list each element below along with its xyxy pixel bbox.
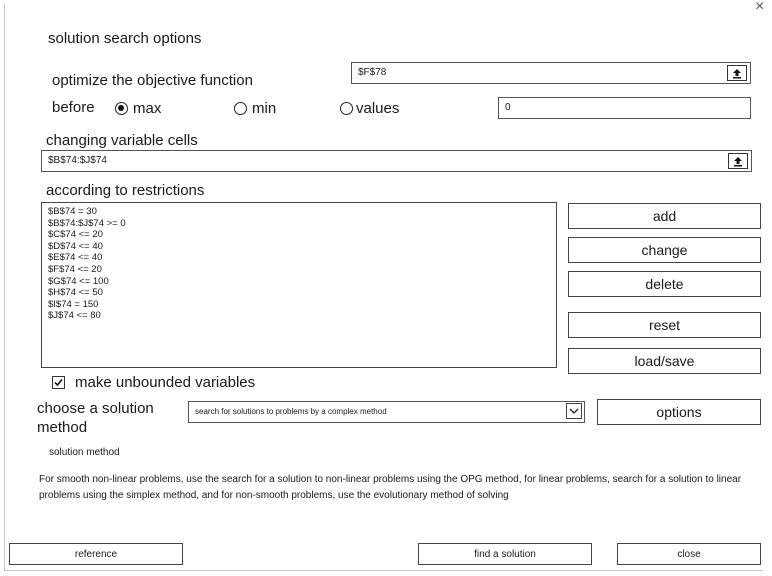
restrictions-list[interactable]: $B$74 = 30 $B$74:$J$74 >= 0 $C$74 <= 20 …: [41, 202, 557, 368]
checkmark-icon: [54, 378, 63, 387]
changing-cells-input[interactable]: $B$74:$J$74: [41, 150, 752, 172]
list-item[interactable]: $B$74 = 30: [48, 206, 556, 218]
radio-min[interactable]: min: [234, 100, 276, 117]
method-description: For smooth non-linear problems, use the …: [39, 474, 742, 501]
objective-cell-value: $F$78: [358, 67, 387, 78]
before-label: before: [52, 99, 95, 116]
unbounded-checkbox[interactable]: [52, 376, 65, 389]
reference-button[interactable]: reference: [9, 543, 183, 565]
radio-max-circle[interactable]: [115, 102, 128, 115]
upload-arrow-icon[interactable]: [728, 153, 748, 169]
radio-max-label: max: [133, 100, 162, 117]
solution-method-label: solution method: [49, 447, 120, 458]
values-input-text: 0: [505, 102, 511, 113]
radio-values-label: values: [356, 100, 400, 117]
radio-max[interactable]: max: [115, 100, 161, 117]
radio-min-circle[interactable]: [234, 102, 247, 115]
changing-cells-label: changing variable cells: [46, 132, 198, 149]
radio-min-label: min: [252, 100, 277, 117]
list-item[interactable]: $F$74 <= 20: [48, 264, 556, 276]
add-button[interactable]: add: [568, 203, 761, 229]
delete-button[interactable]: delete: [568, 271, 761, 297]
method-select-value: search for solutions to problems by a co…: [195, 407, 387, 416]
list-item[interactable]: $D$74 <= 40: [48, 241, 556, 253]
objective-label: optimize the objective function: [52, 72, 253, 89]
close-button[interactable]: close: [617, 543, 761, 565]
change-button[interactable]: change: [568, 237, 761, 263]
unbounded-label: make unbounded variables: [75, 374, 256, 391]
load-save-button[interactable]: load/save: [568, 348, 761, 374]
values-input[interactable]: 0: [498, 97, 751, 119]
list-item[interactable]: $I$74 = 150: [48, 299, 556, 311]
reset-button[interactable]: reset: [568, 312, 761, 338]
dialog-title: solution search options: [48, 30, 202, 47]
list-item[interactable]: $E$74 <= 40: [48, 252, 556, 264]
options-button[interactable]: options: [597, 399, 761, 425]
restrictions-label: according to restrictions: [46, 182, 205, 199]
method-select[interactable]: search for solutions to problems by a co…: [188, 401, 585, 423]
find-solution-button[interactable]: find a solution: [418, 543, 592, 565]
close-icon[interactable]: ×: [755, 0, 764, 16]
objective-cell-input[interactable]: $F$78: [351, 62, 751, 84]
radio-values[interactable]: values: [340, 100, 399, 117]
changing-cells-value: $B$74:$J$74: [48, 155, 107, 166]
unbounded-option[interactable]: make unbounded variables: [52, 374, 255, 391]
list-item[interactable]: $G$74 <= 100: [48, 276, 556, 288]
list-item[interactable]: $H$74 <= 50: [48, 287, 556, 299]
list-item[interactable]: $C$74 <= 20: [48, 229, 556, 241]
list-item[interactable]: $J$74 <= 80: [48, 310, 556, 322]
chevron-down-icon[interactable]: [566, 403, 582, 419]
radio-values-circle[interactable]: [340, 102, 353, 115]
method-label-line2: method: [37, 419, 88, 436]
upload-arrow-icon[interactable]: [727, 65, 747, 81]
method-label-line1: choose a solution: [37, 400, 154, 417]
list-item[interactable]: $B$74:$J$74 >= 0: [48, 218, 556, 230]
